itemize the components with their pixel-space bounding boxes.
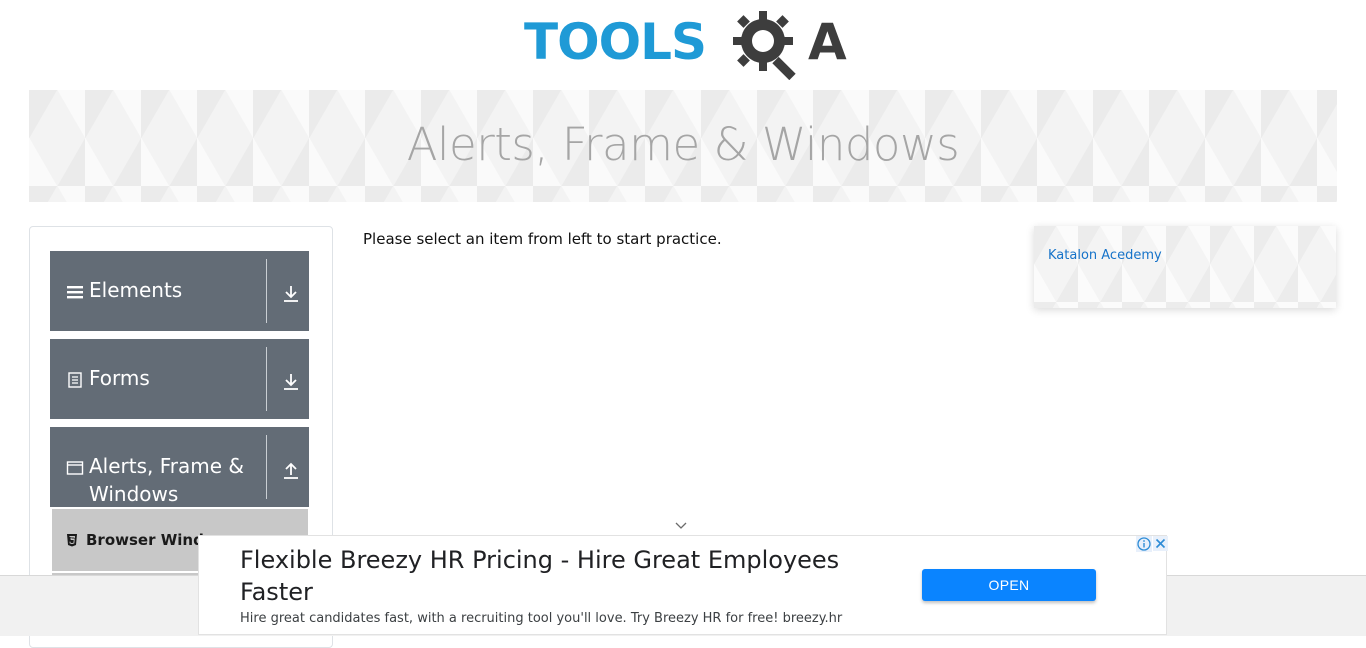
group-header[interactable]: Elements <box>50 251 309 331</box>
download-arrow-icon[interactable] <box>282 372 300 392</box>
ad-title[interactable]: Flexible Breezy HR Pricing - Hire Great … <box>240 544 880 608</box>
sidebar-group-forms[interactable]: Forms <box>50 339 309 419</box>
ad-description: Hire great candidates fast, with a recru… <box>240 611 843 626</box>
ad-open-button[interactable]: OPEN <box>922 569 1096 601</box>
divider <box>266 435 267 499</box>
download-arrow-icon[interactable] <box>282 284 300 304</box>
divider <box>266 259 267 323</box>
page-title: Alerts, Frame & Windows <box>406 118 960 171</box>
katalon-academy-link[interactable]: Katalon Acedemy <box>1048 248 1162 263</box>
window-icon <box>66 461 84 475</box>
ad-banner[interactable]: Flexible Breezy HR Pricing - Hire Great … <box>198 535 1168 635</box>
hamburger-icon <box>67 286 83 299</box>
group-header[interactable]: Alerts, Frame & Windows <box>50 427 309 507</box>
chevron-down-icon[interactable] <box>674 520 688 530</box>
logo-letter-a: A <box>808 13 847 71</box>
group-label: Forms <box>89 366 150 390</box>
sidebar-group-alerts-frame-windows[interactable]: Alerts, Frame & Windows <box>50 427 309 507</box>
page-banner: Alerts, Frame & Windows <box>29 90 1337 202</box>
group-label: Elements <box>89 278 183 302</box>
upload-arrow-icon[interactable] <box>282 460 300 480</box>
html5-icon <box>67 534 77 547</box>
group-label: Alerts, Frame & Windows <box>89 454 245 506</box>
ad-close-icon[interactable] <box>1153 536 1168 551</box>
logo-text: TOOLS <box>524 13 707 71</box>
gear-magnifier-icon <box>733 11 796 80</box>
instruction-text: Please select an item from left to start… <box>363 230 722 248</box>
group-header[interactable]: Forms <box>50 339 309 419</box>
ad-info-icon[interactable] <box>1136 536 1152 552</box>
sidebar-ad-card: Katalon Acedemy <box>1034 226 1336 308</box>
sidebar-group-elements[interactable]: Elements <box>50 251 309 331</box>
document-icon <box>68 372 82 388</box>
toolsqa-logo[interactable]: TOOLS A <box>524 6 848 80</box>
divider <box>266 347 267 411</box>
